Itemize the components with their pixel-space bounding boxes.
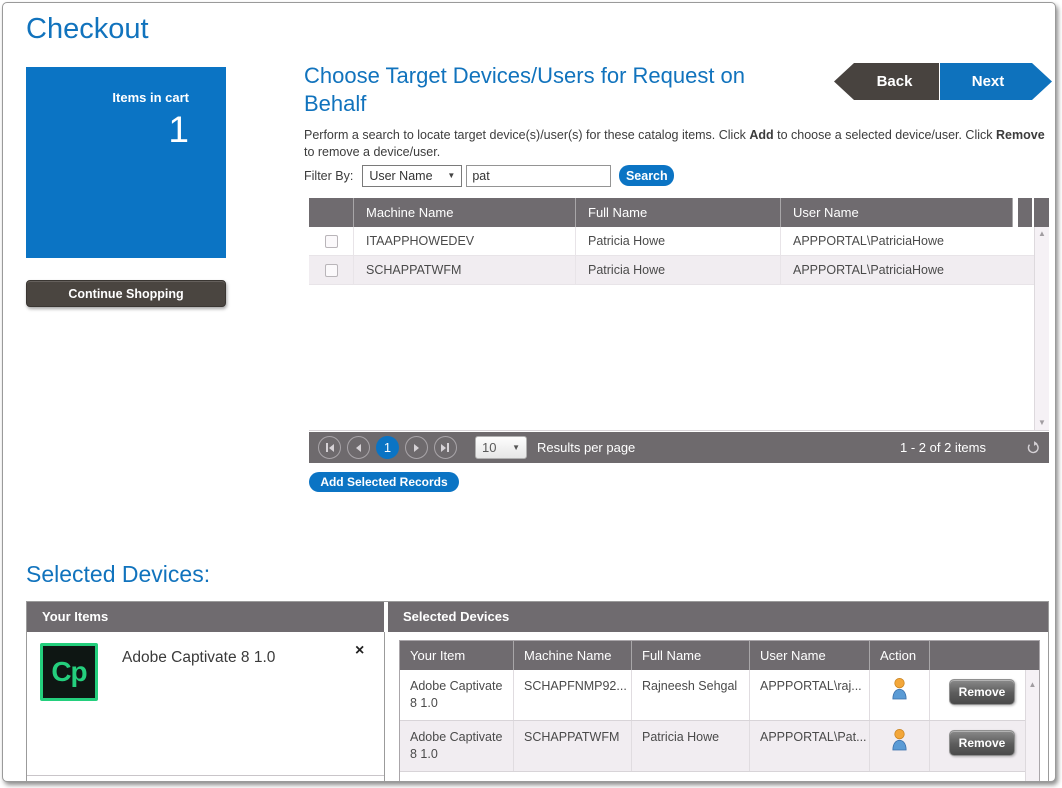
- results-per-page-label: Results per page: [537, 440, 635, 455]
- filter-selected-option: User Name: [369, 169, 432, 183]
- table-row[interactable]: SCHAPPATWFM Patricia Howe APPPORTAL\Patr…: [309, 256, 1049, 285]
- next-page-button[interactable]: [405, 436, 428, 459]
- remove-cart-item-icon[interactable]: ×: [355, 642, 364, 660]
- selected-devices-table-body: Adobe Captivate 8 1.0 SCHAPFNMP92... Raj…: [400, 670, 1039, 782]
- previous-page-button[interactable]: [347, 436, 370, 459]
- cart-item-name: Adobe Captivate 8 1.0: [122, 649, 275, 667]
- machine-name-cell: SCHAPPATWFM: [514, 721, 632, 771]
- results-table-header: Machine Name Full Name User Name: [309, 198, 1049, 227]
- user-name-cell: APPPORTAL\Pat...: [750, 721, 870, 771]
- machine-name-column-header[interactable]: Machine Name: [514, 641, 632, 670]
- add-selected-records-button[interactable]: Add Selected Records: [309, 472, 459, 492]
- table-row: Adobe Captivate 8 1.0 SCHAPFNMP92... Raj…: [400, 670, 1039, 721]
- filter-field-select[interactable]: User Name ▼: [362, 165, 462, 187]
- your-item-column-header[interactable]: Your Item: [400, 641, 514, 670]
- full-name-cell: Patricia Howe: [576, 227, 781, 255]
- full-name-cell: Patricia Howe: [576, 256, 781, 284]
- full-name-column-header[interactable]: Full Name: [632, 641, 750, 670]
- user-icon: [890, 677, 909, 700]
- filter-by-label: Filter By:: [304, 169, 353, 183]
- current-page-button[interactable]: 1: [376, 436, 399, 459]
- scroll-up-icon[interactable]: ▲: [1038, 230, 1046, 238]
- machine-name-cell: SCHAPPATWFM: [354, 256, 576, 284]
- page-size-select[interactable]: 10 ▼: [475, 436, 527, 459]
- page-title: Checkout: [26, 13, 149, 46]
- full-name-column-header[interactable]: Full Name: [576, 198, 781, 227]
- action-column-header[interactable]: Action: [870, 641, 930, 670]
- row-checkbox[interactable]: [325, 264, 338, 277]
- continue-shopping-button[interactable]: Continue Shopping: [26, 280, 226, 307]
- chevron-down-icon: ▼: [512, 443, 520, 452]
- your-items-pane: Cp Adobe Captivate 8 1.0 ×: [27, 632, 385, 782]
- cart-item-row: Cp Adobe Captivate 8 1.0 ×: [27, 632, 384, 776]
- cart-count: 1: [26, 111, 189, 149]
- user-icon: [890, 728, 909, 751]
- scroll-up-icon[interactable]: ▲: [1029, 680, 1037, 689]
- remove-button[interactable]: Remove: [949, 730, 1015, 756]
- table-row[interactable]: ITAAPPHOWEDEV Patricia Howe APPPORTAL\Pa…: [309, 227, 1049, 256]
- table-row: [400, 772, 1039, 782]
- user-name-column-header[interactable]: User Name: [781, 198, 1013, 227]
- back-button[interactable]: Back: [834, 63, 939, 100]
- adobe-captivate-icon: Cp: [40, 643, 98, 701]
- cart-summary-box: Items in cart 1: [26, 67, 226, 258]
- selected-devices-table: Your Item Machine Name Full Name User Na…: [399, 640, 1040, 782]
- instructions-text: Perform a search to locate target device…: [304, 127, 1054, 161]
- action-cell: [870, 670, 930, 720]
- user-name-cell: APPPORTAL\raj...: [750, 670, 870, 720]
- results-table-body: ITAAPPHOWEDEV Patricia Howe APPPORTAL\Pa…: [309, 227, 1049, 431]
- checkbox-column-header: [309, 198, 354, 227]
- items-range-label: 1 - 2 of 2 items: [900, 440, 986, 455]
- page-size-value: 10: [482, 440, 496, 455]
- step-heading: Choose Target Devices/Users for Request …: [304, 62, 809, 118]
- remove-column-header: [930, 641, 1025, 670]
- next-button-label: Next: [972, 73, 1005, 90]
- table-row: Adobe Captivate 8 1.0 SCHAPPATWFM Patric…: [400, 721, 1039, 772]
- user-name-column-header[interactable]: User Name: [750, 641, 870, 670]
- filter-row: Filter By: User Name ▼ Search: [304, 164, 1054, 187]
- scrollbar-column-header: [1025, 641, 1039, 670]
- back-button-label: Back: [877, 73, 913, 90]
- selected-devices-table-header: Your Item Machine Name Full Name User Na…: [400, 641, 1039, 670]
- selected-devices-panel: Your Items Selected Devices Cp Adobe Cap…: [26, 601, 1049, 782]
- machine-name-cell: ITAAPPHOWEDEV: [354, 227, 576, 255]
- refresh-icon[interactable]: [1026, 441, 1040, 455]
- remove-button[interactable]: Remove: [949, 679, 1015, 705]
- full-name-cell: Rajneesh Sehgal: [632, 670, 750, 720]
- next-button[interactable]: Next: [940, 63, 1052, 100]
- user-name-cell: APPPORTAL\PatriciaHowe: [781, 256, 1049, 284]
- row-checkbox[interactable]: [325, 235, 338, 248]
- your-item-cell: Adobe Captivate 8 1.0: [400, 721, 514, 771]
- action-cell: [870, 721, 930, 771]
- scroll-down-icon[interactable]: ▼: [1038, 419, 1046, 427]
- chevron-down-icon: ▼: [447, 171, 455, 180]
- vertical-scrollbar[interactable]: ▲: [1025, 670, 1039, 782]
- your-item-cell: Adobe Captivate 8 1.0: [400, 670, 514, 720]
- search-button[interactable]: Search: [619, 165, 674, 186]
- spare-column-header: [1034, 198, 1049, 227]
- machine-name-cell: SCHAPFNMP92...: [514, 670, 632, 720]
- search-input[interactable]: [466, 165, 611, 187]
- search-results-table: Machine Name Full Name User Name ITAAPPH…: [309, 198, 1049, 431]
- spare-column-header: [1018, 198, 1032, 227]
- items-in-cart-label: Items in cart: [26, 90, 189, 105]
- full-name-cell: Patricia Howe: [632, 721, 750, 771]
- vertical-scrollbar[interactable]: ▲ ▼: [1034, 227, 1049, 430]
- panel-header: Your Items Selected Devices: [27, 602, 1048, 632]
- selected-devices-heading: Selected Devices:: [26, 561, 210, 588]
- user-name-cell: APPPORTAL\PatriciaHowe: [781, 227, 1049, 255]
- selected-devices-header: Selected Devices: [388, 602, 1048, 632]
- panel-body: Cp Adobe Captivate 8 1.0 × Your Item Mac…: [27, 632, 1048, 782]
- machine-name-column-header[interactable]: Machine Name: [354, 198, 576, 227]
- first-page-button[interactable]: [318, 436, 341, 459]
- your-items-header: Your Items: [27, 602, 384, 632]
- pagination-bar: 1 10 ▼ Results per page 1 - 2 of 2 items: [309, 432, 1049, 463]
- last-page-button[interactable]: [434, 436, 457, 459]
- checkout-page: Checkout Items in cart 1 Continue Shoppi…: [2, 2, 1056, 782]
